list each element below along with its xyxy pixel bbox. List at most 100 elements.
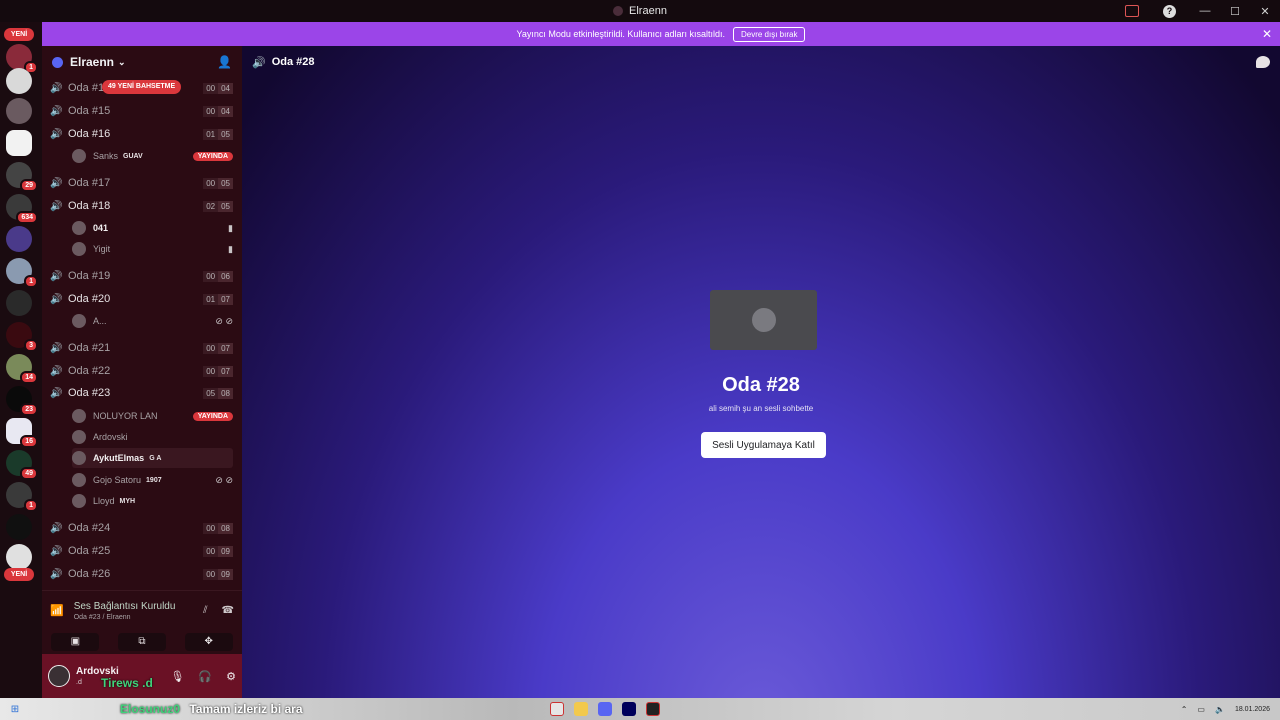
speaker-icon: 🔊 (50, 105, 63, 117)
noise-suppression-icon[interactable]: ⫽ (203, 605, 207, 616)
maximize-button[interactable]: ☐ (1220, 5, 1250, 18)
new-badge-bottom[interactable]: YENİ (4, 568, 34, 581)
voice-user[interactable]: Yigit ▮ (72, 239, 233, 259)
voice-user[interactable]: A... ⊘ ⊘ (72, 311, 233, 331)
server-icon[interactable]: 49 (6, 450, 38, 480)
server-icon[interactable] (6, 514, 32, 540)
windows-start-icon[interactable]: ⊞ (0, 704, 30, 715)
voice-user[interactable]: Lloyd MYH (72, 491, 233, 511)
voice-user[interactable]: AykutElmas G A (72, 448, 233, 468)
avatar[interactable] (48, 665, 70, 687)
server-icon[interactable] (6, 226, 32, 252)
server-icon[interactable]: 634 (6, 194, 38, 224)
activities-icon[interactable]: ✥ (184, 633, 233, 651)
title-bar: Elraenn ? — ☐ ✕ (0, 0, 1280, 22)
server-icon[interactable]: 3 (6, 322, 38, 352)
voice-channel[interactable]: 🔊 Oda #25 00 09 (50, 541, 233, 561)
add-user-icon[interactable]: 👤 (217, 55, 232, 69)
voice-channel[interactable]: 🔊 Oda #16 01 05 (50, 124, 233, 144)
overlay-chat: Elosunuz0 Tamam izleriz bi ara (120, 702, 303, 716)
muted-deafened-icon: ⊘ ⊘ (215, 315, 233, 326)
server-icon[interactable] (6, 68, 32, 94)
voice-channel[interactable]: 🔊 Oda #22 00 07 (50, 361, 233, 381)
avatar (72, 149, 86, 163)
help-icon[interactable]: ? (1163, 4, 1176, 18)
speaker-icon: 🔊 (50, 387, 63, 399)
overlay-handle: Tirews .d (101, 676, 153, 690)
guild-header[interactable]: Elraenn ⌄ 👤 (42, 46, 242, 78)
disable-streamer-mode-button[interactable]: Devre dışı bırak (732, 26, 806, 42)
volume-icon[interactable]: 🔈 (1215, 705, 1225, 714)
inbox-icon[interactable] (1125, 5, 1139, 17)
speaker-icon: 🔊 (50, 200, 63, 212)
settings-gear-icon[interactable]: ⚙ (226, 670, 236, 683)
server-icon[interactable]: 1 (6, 44, 38, 74)
opera-icon[interactable] (550, 702, 564, 716)
clock[interactable]: 18.01.2026 (1235, 705, 1270, 714)
avatar (72, 314, 86, 328)
app-icon[interactable] (646, 702, 660, 716)
speaker-icon: 🔊 (50, 128, 63, 140)
voice-channel[interactable]: 🔊 Oda #15 00 04 (50, 101, 233, 121)
chevron-up-icon[interactable]: ⌃ (1181, 705, 1188, 714)
avatar (72, 473, 86, 487)
server-icon[interactable]: 1 (6, 482, 38, 512)
server-icon[interactable]: 1 (6, 258, 38, 288)
speaker-icon: 🔊 (50, 522, 63, 534)
camera-off-icon[interactable]: ▣ (51, 633, 100, 651)
voice-channel[interactable]: 🔊 Oda #17 00 05 (50, 173, 233, 193)
server-icon[interactable] (6, 544, 32, 570)
voice-channel[interactable]: 🔊 Oda #26 00 09 (50, 564, 233, 584)
voice-channel[interactable]: 🔊 Oda #23 05 08 (50, 383, 233, 403)
speaker-icon: 🔊 (50, 568, 63, 580)
discord-icon[interactable] (598, 702, 612, 716)
server-icon[interactable] (6, 98, 32, 124)
speaker-icon: 🔊 (50, 177, 63, 189)
server-icon[interactable]: 14 (6, 354, 38, 384)
server-icon[interactable]: 16 (6, 418, 38, 448)
close-window-button[interactable]: ✕ (1250, 5, 1280, 18)
minimize-button[interactable]: — (1190, 5, 1220, 17)
avatar (751, 308, 776, 332)
overlay-chat-user: Elosunuz0 (120, 702, 181, 716)
microphone-icon[interactable]: 🎙 (170, 670, 184, 683)
voice-connection-panel: 📶 Ses Bağlantısı Kuruldu Oda #23 / Elrae… (42, 590, 242, 630)
new-badge-top[interactable]: YENİ (4, 28, 34, 41)
join-voice-button[interactable]: Sesli Uygulamaya Katıl (701, 432, 826, 458)
voice-channel[interactable]: 🔊 Oda #18 02 05 (50, 196, 233, 216)
voice-channel[interactable]: 🔊 Oda #20 01 07 (50, 289, 233, 309)
server-rail: YENİ 1 29 634 1 3 14 23 16 49 1 YENİ (0, 22, 42, 698)
participant-card (710, 290, 817, 350)
voice-channel[interactable]: 🔊 Oda #21 00 07 (50, 338, 233, 358)
speaker-icon: 🔊 (50, 82, 63, 94)
voice-user[interactable]: Sanks GUAV YAYINDA (72, 146, 233, 166)
after-effects-icon[interactable] (622, 702, 636, 716)
taskbar-apps (550, 702, 660, 716)
signal-icon[interactable]: 📶 (50, 604, 64, 617)
voice-location[interactable]: Oda #23 / Elraenn (74, 614, 176, 621)
avatar (72, 409, 86, 423)
disconnect-icon[interactable]: ☎ (222, 605, 234, 616)
screen-share-icon[interactable]: ⧉ (117, 633, 166, 651)
network-icon[interactable]: ▭ (1197, 705, 1205, 714)
avatar (72, 430, 86, 444)
voice-user[interactable]: Ardovski (72, 427, 233, 447)
headphones-icon[interactable]: 🎧 (198, 670, 212, 683)
server-icon[interactable]: 29 (6, 162, 38, 192)
file-explorer-icon[interactable] (574, 702, 588, 716)
close-notice-icon[interactable]: ✕ (1262, 27, 1272, 41)
voice-channel[interactable]: 🔊 Oda #24 00 08 (50, 518, 233, 538)
voice-status[interactable]: Ses Bağlantısı Kuruldu (74, 601, 176, 612)
voice-user[interactable]: NOLUYOR LAN YAYINDA (72, 406, 233, 426)
server-icon[interactable] (6, 130, 32, 156)
voice-user[interactable]: Gojo Satoru 1907 ⊘ ⊘ (72, 470, 233, 490)
server-icon[interactable] (6, 290, 32, 316)
chat-icon[interactable] (1256, 56, 1270, 68)
live-badge: YAYINDA (192, 411, 233, 421)
server-icon[interactable]: 23 (6, 386, 38, 416)
voice-user[interactable]: 041 ▮ (72, 218, 233, 238)
guild-name: Elraenn (70, 55, 115, 69)
channel-subtitle: ali semih şu an sesli sohbette (708, 404, 814, 413)
voice-channel[interactable]: 🔊 Oda #19 00 06 (50, 266, 233, 286)
new-mentions-pill[interactable]: 49 YENİ BAHSETME (102, 80, 182, 94)
